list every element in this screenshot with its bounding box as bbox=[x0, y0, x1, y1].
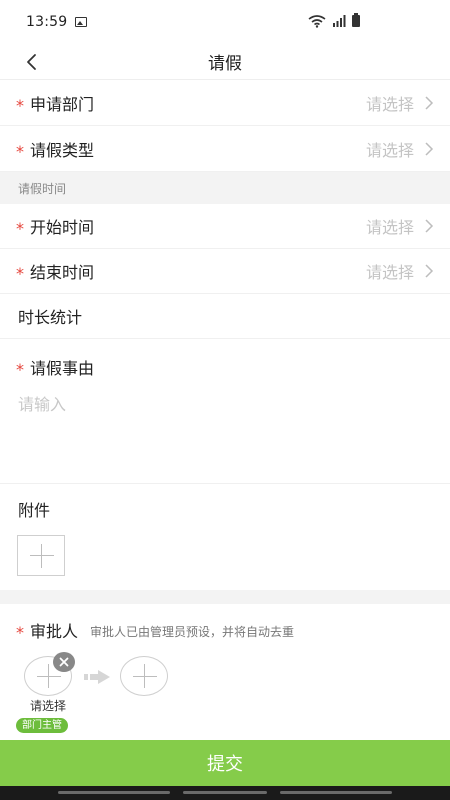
nav-pill-left bbox=[58, 791, 170, 794]
leave-type-picker[interactable]: 请选择 bbox=[366, 137, 434, 161]
department-picker[interactable]: 请选择 bbox=[366, 91, 434, 115]
chevron-right-icon bbox=[425, 264, 434, 278]
approver-name: 请选择 bbox=[29, 699, 66, 713]
approver-title: * 审批人 审批人已由管理员预设，并将自动去重 bbox=[16, 618, 294, 642]
start-time-picker[interactable]: 请选择 bbox=[366, 214, 434, 238]
chevron-right-icon bbox=[425, 219, 434, 233]
reason-section: * 请假事由 bbox=[0, 339, 450, 484]
status-icons bbox=[308, 13, 360, 28]
nav-pill-center[interactable] bbox=[183, 791, 267, 794]
nav-pill-right bbox=[280, 791, 392, 794]
approver-label: 审批人 bbox=[30, 622, 79, 641]
submit-button[interactable]: 提交 bbox=[0, 740, 450, 786]
leave-type-placeholder: 请选择 bbox=[365, 141, 414, 160]
approver-hint: 审批人已由管理员预设，并将自动去重 bbox=[90, 624, 295, 639]
reason-label: 请假事由 bbox=[30, 359, 95, 378]
attachment-section: 附件 bbox=[0, 484, 450, 590]
page-title: 请假 bbox=[208, 54, 242, 74]
reason-input[interactable] bbox=[18, 391, 433, 471]
required-mark: * bbox=[16, 218, 24, 238]
end-time-label: 结束时间 bbox=[30, 263, 95, 282]
start-time-row[interactable]: * 开始时间 请选择 bbox=[0, 204, 450, 249]
approver-section: * 审批人 审批人已由管理员预设，并将自动去重 请选择 部门主管 bbox=[0, 604, 450, 740]
reason-title: * 请假事由 bbox=[16, 355, 94, 379]
department-label: 申请部门 bbox=[30, 95, 95, 114]
approver-role-tag: 部门主管 bbox=[16, 718, 68, 733]
status-time: 13:59 bbox=[26, 14, 68, 30]
required-mark: * bbox=[16, 359, 24, 379]
required-mark: * bbox=[16, 263, 24, 283]
system-nav-bar bbox=[0, 786, 450, 800]
department-row[interactable]: * 申请部门 请选择 bbox=[0, 81, 450, 126]
leave-time-section-header: 请假时间 bbox=[0, 172, 450, 204]
remove-approver-button[interactable] bbox=[53, 652, 75, 672]
flow-arrow-icon bbox=[84, 670, 110, 684]
battery-icon bbox=[352, 13, 360, 27]
required-mark: * bbox=[16, 95, 24, 115]
add-attachment-button[interactable] bbox=[17, 535, 65, 576]
start-time-placeholder: 请选择 bbox=[365, 218, 414, 237]
attachment-label: 附件 bbox=[18, 501, 51, 520]
wifi-icon bbox=[308, 15, 326, 28]
signal-icon bbox=[333, 15, 346, 27]
required-mark: * bbox=[16, 141, 24, 161]
close-icon bbox=[59, 657, 69, 667]
department-placeholder: 请选择 bbox=[365, 95, 414, 114]
duration-row: 时长统计 bbox=[0, 294, 450, 339]
end-time-row[interactable]: * 结束时间 请选择 bbox=[0, 249, 450, 294]
start-time-label: 开始时间 bbox=[30, 218, 95, 237]
leave-type-row[interactable]: * 请假类型 请选择 bbox=[0, 127, 450, 172]
image-notification-icon bbox=[75, 17, 88, 27]
back-arrow-icon[interactable] bbox=[22, 52, 42, 72]
chevron-right-icon bbox=[425, 142, 434, 156]
section-divider bbox=[0, 590, 450, 604]
duration-label: 时长统计 bbox=[18, 308, 83, 327]
leave-type-label: 请假类型 bbox=[30, 141, 95, 160]
end-time-picker[interactable]: 请选择 bbox=[366, 259, 434, 283]
status-bar: 13:59 bbox=[0, 0, 450, 44]
chevron-right-icon bbox=[425, 96, 434, 110]
end-time-placeholder: 请选择 bbox=[365, 263, 414, 282]
add-approver-button[interactable] bbox=[120, 656, 168, 696]
required-mark: * bbox=[16, 622, 24, 642]
nav-bar: 请假 bbox=[0, 44, 450, 80]
